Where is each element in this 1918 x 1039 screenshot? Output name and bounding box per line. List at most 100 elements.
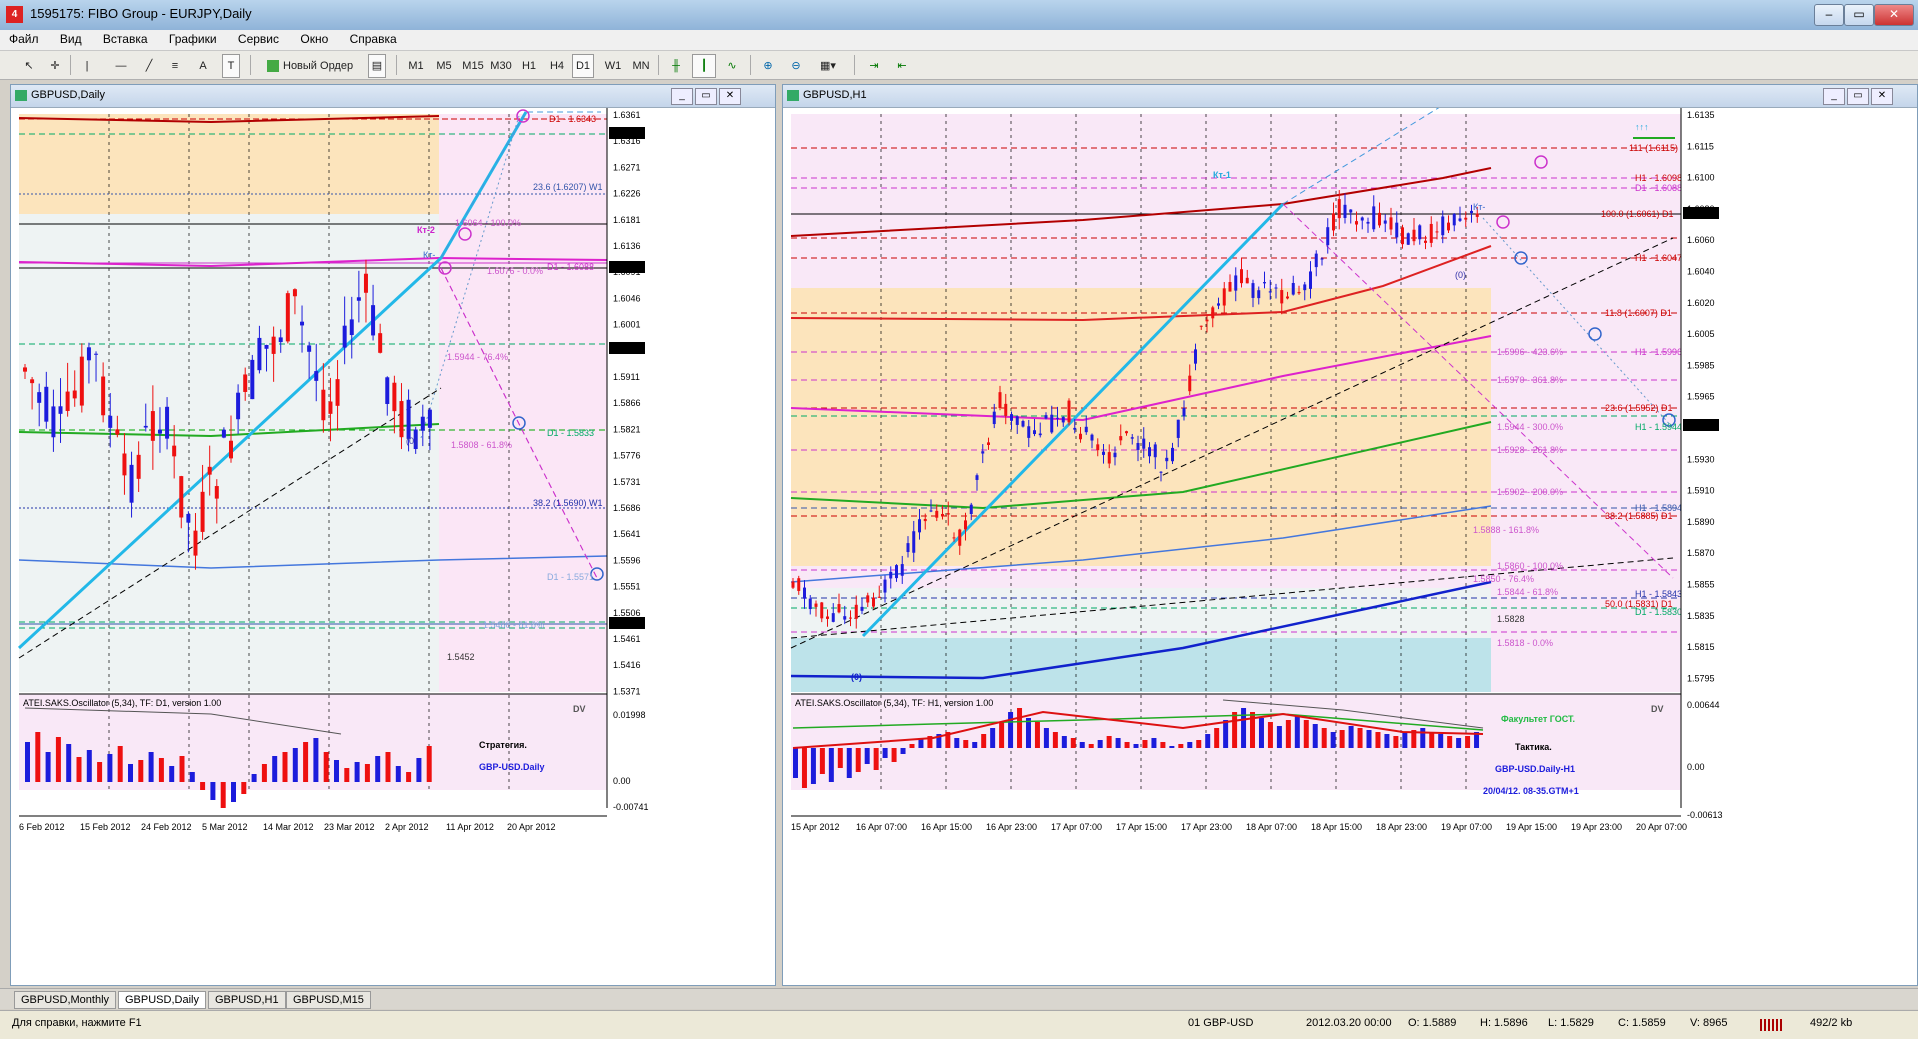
candle-body (51, 406, 56, 438)
menu-view[interactable]: Вид (51, 30, 91, 48)
candlestick-icon[interactable]: ┃ (692, 54, 716, 78)
osc-bar (1115, 738, 1121, 748)
chart-shift-icon[interactable]: ⇤ (890, 54, 914, 78)
candle-body (1286, 296, 1289, 299)
osc-bar (1375, 732, 1381, 748)
zoom-out-icon[interactable]: ⊖ (784, 54, 808, 78)
candle-body (1395, 222, 1399, 238)
tab-gbpusd-monthly[interactable]: GBPUSD,Monthly (14, 991, 117, 1009)
text-tool-icon[interactable]: A (194, 54, 212, 78)
candle-body (1073, 427, 1077, 430)
bar-chart-icon[interactable]: ╫ (664, 54, 688, 78)
menu-tools[interactable]: Сервис (229, 30, 288, 48)
price-tick: 1.5731 (613, 477, 641, 487)
tf-h1[interactable]: H1 (518, 54, 540, 78)
tab-gbpusd-m15[interactable]: GBPUSD,M15 (286, 991, 371, 1009)
label-fib-236: 23.6 (1.5952) D1 (1605, 403, 1673, 413)
candle-body (1458, 218, 1462, 221)
chart-canvas-h1[interactable]: 111 (1.6115) H1 - 1.6098D1 - 1.6088 100.0 … (783, 108, 1915, 983)
candle-body (958, 529, 962, 546)
new-order-button[interactable]: Новый Ордер (262, 54, 378, 78)
date-tick: 2 Apr 2012 (385, 822, 429, 832)
chart-restore-button[interactable]: ▭ (695, 88, 717, 105)
menu-insert[interactable]: Вставка (94, 30, 157, 48)
candle-body (791, 581, 795, 588)
tf-d1[interactable]: D1 (572, 54, 594, 78)
tab-gbpusd-h1[interactable]: GBPUSD,H1 (208, 991, 286, 1009)
cursor-icon[interactable]: ↖ (18, 54, 40, 78)
horizontal-line-icon[interactable]: — (110, 54, 132, 78)
candle-body (1366, 221, 1370, 224)
tf-m1[interactable]: M1 (404, 54, 428, 78)
chart-minimize-button[interactable]: _ (1823, 88, 1845, 105)
candle-body (1452, 213, 1456, 226)
candle-body (1401, 227, 1404, 245)
tab-gbpusd-daily[interactable]: GBPUSD,Daily (118, 991, 206, 1009)
chart-window-h1[interactable]: GBPUSD,H1 _ ▭ ✕ 111 (1.6115) H1 - 1.6098 D… (782, 84, 1918, 986)
osc-bar (1025, 718, 1031, 748)
chart-canvas-daily[interactable]: D1 - 1.6343 23.6 (1.6207) W1 1.6064 - 100.… (11, 108, 773, 983)
vertical-line-icon[interactable]: | (76, 54, 98, 78)
candle-body (236, 392, 241, 420)
price-tick: 1.5776 (613, 451, 641, 461)
label-kt2: Кт-2 (417, 225, 435, 235)
chart-close-button[interactable]: ✕ (1871, 88, 1893, 105)
minimize-button[interactable]: – (1814, 4, 1844, 26)
candle-body (912, 531, 916, 553)
candle-body (831, 613, 835, 622)
text-label-tool-icon[interactable]: T (222, 54, 240, 78)
tf-m15[interactable]: M15 (460, 54, 486, 78)
zoom-in-icon[interactable]: ⊕ (756, 54, 780, 78)
candle-body (860, 606, 864, 611)
label-fib-118: 11.8 (1.6007) D1 (1605, 308, 1672, 318)
candle-body (250, 359, 255, 400)
candle-body (820, 602, 824, 619)
menu-charts[interactable]: Графики (160, 30, 226, 48)
line-chart-icon[interactable]: ∿ (720, 54, 744, 78)
candle-body (193, 530, 198, 556)
tf-h4[interactable]: H4 (546, 54, 568, 78)
candle-body (849, 617, 852, 619)
tf-mn[interactable]: MN (630, 54, 652, 78)
tf-m30[interactable]: M30 (488, 54, 514, 78)
close-button[interactable]: ✕ (1874, 4, 1914, 26)
status-volume: V: 8965 (1690, 1017, 1728, 1029)
trendline-icon[interactable]: ╱ (138, 54, 160, 78)
menu-window[interactable]: Окно (291, 30, 337, 48)
candle-body (1067, 400, 1071, 423)
label-r15850: 1.5850 - 76.4% (1473, 574, 1534, 584)
candle-body (300, 321, 305, 326)
chart-restore-button[interactable]: ▭ (1847, 88, 1869, 105)
maximize-button[interactable]: ▭ (1844, 4, 1874, 26)
menu-help[interactable]: Справка (341, 30, 406, 48)
chart-window-daily[interactable]: GBPUSD,Daily _ ▭ ✕ D1 - 1.6343 23.6 (1.62… (10, 84, 776, 986)
tf-w1[interactable]: W1 (602, 54, 624, 78)
candle-body (108, 415, 113, 428)
candle-body (229, 440, 233, 459)
osc-bar (1312, 724, 1318, 748)
osc-bar (76, 757, 82, 782)
osc-bar (334, 760, 339, 782)
history-icon[interactable]: ▤ (368, 54, 386, 78)
chart-close-button[interactable]: ✕ (719, 88, 741, 105)
osc-bar (251, 774, 257, 782)
chart-minimize-button[interactable]: _ (671, 88, 693, 105)
channel-icon[interactable]: ≡ (164, 54, 186, 78)
candle-body (157, 429, 162, 434)
candle-body (335, 379, 340, 406)
autoscroll-icon[interactable]: ⇥ (862, 54, 886, 78)
label-zero-bottom: (0) (851, 672, 862, 682)
crosshair-icon[interactable]: ✛ (44, 54, 66, 78)
menu-file[interactable]: Файл (0, 30, 48, 48)
osc-tick: 0.00 (613, 776, 631, 786)
tf-m5[interactable]: M5 (432, 54, 456, 78)
label-fib-d1-4: D1 - 1.5571 (547, 572, 594, 582)
candle-body (1475, 213, 1479, 217)
candle-body (900, 564, 904, 576)
price-box-text: 1.6318 (611, 129, 639, 139)
status-help: Для справки, нажмите F1 (12, 1017, 142, 1029)
tile-windows-icon[interactable]: ▦▾ (814, 54, 842, 78)
osc-bar (385, 752, 391, 782)
osc-bar (873, 748, 879, 770)
osc-bar (1061, 736, 1067, 748)
